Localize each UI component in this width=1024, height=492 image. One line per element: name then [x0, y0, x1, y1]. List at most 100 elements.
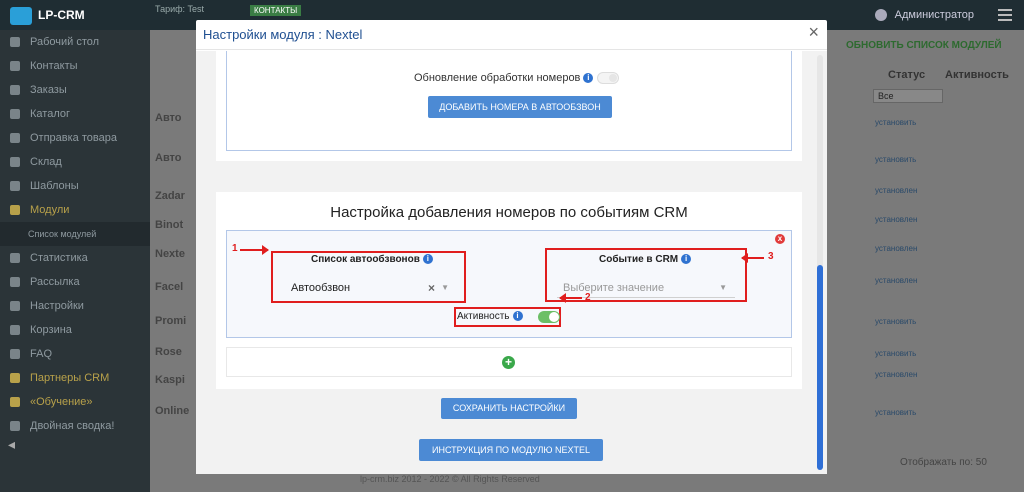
modal-body: Обновление обработки номеров i ДОБАВИТЬ Н… [196, 51, 827, 474]
autodial-list-label: Список автообзвонов i [311, 254, 433, 265]
add-rule-icon[interactable]: + [502, 356, 515, 369]
logo-text: LP-CRM [38, 8, 85, 22]
sidebar-item-catalog[interactable]: Каталог [0, 102, 150, 126]
event-rule-box: x Список автообзвонов i Автообзвон × ▼ Со… [226, 230, 792, 338]
events-section-title: Настройка добавления номеров по событиям… [330, 204, 688, 221]
table-row[interactable]: Online [155, 405, 189, 417]
modal-scrollbar[interactable] [817, 55, 823, 470]
annotation-arrow-1 [240, 245, 269, 255]
add-rule-row: + [226, 347, 792, 377]
modal-title: Настройки модуля : Nextel [203, 27, 363, 42]
row-status-link[interactable]: установлен [875, 215, 917, 224]
autodial-list-value: Автообзвон [291, 282, 351, 294]
numbers-panel: Обновление обработки номеров i ДОБАВИТЬ Н… [216, 51, 802, 161]
row-status-link[interactable]: установлен [875, 370, 917, 379]
row-status-link[interactable]: установлен [875, 276, 917, 285]
row-status-link[interactable]: установлен [875, 244, 917, 253]
info-icon[interactable]: i [681, 254, 692, 265]
save-settings-button[interactable]: СОХРАНИТЬ НАСТРОЙКИ [441, 398, 577, 419]
app-logo[interactable]: LP-CRM [10, 0, 150, 30]
per-page-label: Отображать по: [900, 457, 974, 468]
annotation-number-1: 1 [232, 243, 238, 254]
per-page-value: 50 [975, 457, 987, 468]
sidebar-item-templates[interactable]: Шаблоны [0, 174, 150, 198]
table-row[interactable]: Rose [155, 346, 182, 358]
sidebar-item-partners[interactable]: Партнеры CRM [0, 366, 150, 390]
header-badge: КОНТАКТЫ [250, 5, 302, 16]
crm-event-select[interactable]: Выберите значение ▼ [557, 278, 735, 298]
table-row[interactable]: Авто [155, 112, 182, 124]
crm-event-label: Событие в CRM i [599, 254, 692, 265]
add-numbers-button[interactable]: ДОБАВИТЬ НОМЕРА В АВТООБЗВОН [428, 96, 612, 118]
sidebar-item-shipping[interactable]: Отправка товара [0, 126, 150, 150]
sidebar-item-contacts[interactable]: Контакты [0, 54, 150, 78]
activity-label: Активность i [457, 311, 523, 322]
sidebar-item-trash[interactable]: Корзина [0, 318, 150, 342]
table-row[interactable]: Binot [155, 219, 183, 231]
autodial-list-text: Список автообзвонов [311, 254, 420, 265]
table-row[interactable]: Zadar [155, 190, 185, 202]
row-status-link[interactable]: установить [875, 317, 916, 326]
user-name: Администратор [894, 9, 974, 21]
sidebar-item-statistics[interactable]: Статистика [0, 246, 150, 270]
activity-toggle[interactable] [538, 311, 560, 323]
activity-text: Активность [457, 311, 510, 322]
refresh-modules-button[interactable]: ОБНОВИТЬ СПИСОК МОДУЛЕЙ [846, 40, 1002, 51]
table-row[interactable]: Facel [155, 281, 183, 293]
remove-rule-icon[interactable]: x [775, 234, 785, 244]
annotation-number-3: 3 [768, 251, 774, 262]
update-processing-label: Обновление обработки номеров i [414, 72, 594, 84]
info-icon[interactable]: i [422, 254, 433, 265]
user-icon [874, 9, 887, 22]
info-icon[interactable]: i [512, 311, 523, 322]
crm-event-text: Событие в CRM [599, 254, 679, 265]
status-filter-select[interactable]: Все [873, 89, 943, 103]
column-header-status[interactable]: Статус [888, 69, 925, 81]
page-footer: lp-crm.biz 2012 - 2022 © All Rights Rese… [360, 474, 540, 484]
update-processing-toggle[interactable] [597, 72, 619, 84]
chevron-down-icon[interactable]: ▼ [441, 278, 449, 298]
sidebar-item-settings[interactable]: Настройки [0, 294, 150, 318]
per-page-selector[interactable]: Отображать по: 50 [900, 457, 987, 468]
modal-header: Настройки модуля : Nextel × [196, 20, 827, 50]
annotation-arrow-2 [559, 293, 582, 303]
row-status-link[interactable]: установить [875, 155, 916, 164]
sidebar: Рабочий стол Контакты Заказы Каталог Отп… [0, 30, 150, 492]
sidebar-item-summary[interactable]: Двойная сводка! [0, 414, 150, 438]
row-status-link[interactable]: установить [875, 408, 916, 417]
annotation-number-2: 2 [585, 292, 591, 303]
table-row[interactable]: Авто [155, 152, 182, 164]
sidebar-item-warehouse[interactable]: Склад [0, 150, 150, 174]
logo-icon [10, 6, 32, 25]
table-row[interactable]: Kaspi [155, 374, 185, 386]
annotation-arrow-3 [741, 253, 764, 263]
module-manual-button[interactable]: ИНСТРУКЦИЯ ПО МОДУЛЮ NEXTEL [419, 439, 603, 461]
row-status-link[interactable]: установить [875, 118, 916, 127]
column-header-active[interactable]: Активность [945, 69, 1009, 81]
sidebar-collapse-icon[interactable]: ◂ [8, 436, 15, 453]
info-icon[interactable]: i [583, 73, 594, 84]
close-icon[interactable]: × [808, 23, 819, 41]
autodial-list-select[interactable]: Автообзвон × ▼ [285, 278, 457, 298]
chevron-down-icon[interactable]: ▼ [719, 278, 727, 298]
scrollbar-thumb[interactable] [817, 265, 823, 470]
select-underline [557, 297, 735, 298]
table-row[interactable]: Nexte [155, 248, 185, 260]
numbers-panel-box: Обновление обработки номеров i ДОБАВИТЬ Н… [226, 51, 792, 151]
sidebar-item-mailing[interactable]: Рассылка [0, 270, 150, 294]
sidebar-item-module-list[interactable]: Список модулей [0, 222, 150, 246]
user-menu[interactable]: Администратор [874, 0, 974, 30]
sidebar-item-modules[interactable]: Модули [0, 198, 150, 222]
row-status-link[interactable]: установить [875, 349, 916, 358]
module-settings-modal: Настройки модуля : Nextel × Обновление о… [196, 20, 827, 474]
menu-icon[interactable] [998, 9, 1012, 21]
sidebar-item-orders[interactable]: Заказы [0, 78, 150, 102]
row-status-link[interactable]: установлен [875, 186, 917, 195]
crm-event-placeholder: Выберите значение [563, 282, 665, 294]
clear-icon[interactable]: × [428, 278, 435, 298]
sidebar-item-training[interactable]: «Обучение» [0, 390, 150, 414]
sidebar-item-faq[interactable]: FAQ [0, 342, 150, 366]
sidebar-item-desktop[interactable]: Рабочий стол [0, 30, 150, 54]
table-row[interactable]: Promi [155, 315, 186, 327]
tariff-label: Тариф: Test [155, 4, 205, 14]
